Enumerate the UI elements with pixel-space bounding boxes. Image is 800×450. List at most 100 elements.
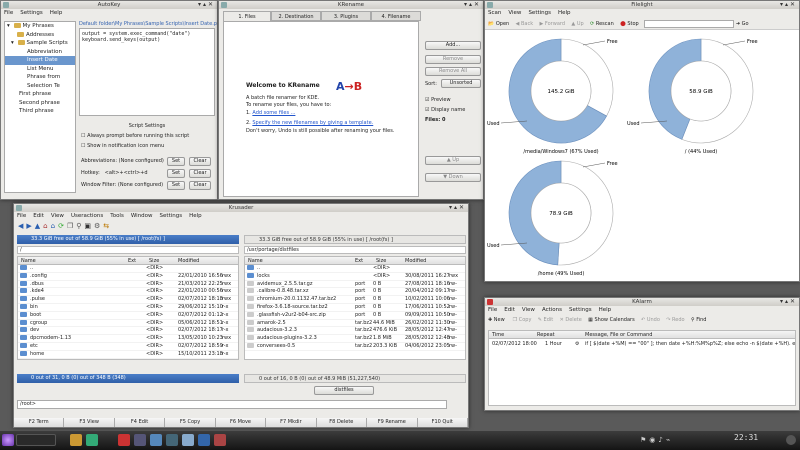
sort-select[interactable]: Unsorted [441,79,481,88]
show-calendars-button[interactable]: ▦ Show Calendars [588,317,635,323]
task-app-icon[interactable] [70,434,82,446]
redo-button[interactable]: ↷ Redo [666,317,684,323]
f10-quit-button[interactable]: F10 Quit [417,418,468,427]
tree-item[interactable]: ▾ Sample Scripts [5,39,75,48]
down-button[interactable]: ▼ Down [425,173,481,182]
f5-copy-button[interactable]: F5 Copy [165,418,216,427]
f3-view-button[interactable]: F3 View [64,418,115,427]
abbr-set-button[interactable]: Set [167,157,185,166]
disk-ring[interactable]: 145.2 GiB Free Used/media/Windows7 (67% Us… [487,38,618,155]
filelight-titlebar[interactable]: Filelight ▾▴✕ [485,1,799,9]
template-link[interactable]: 2. Specify the new filenames by giving a… [246,120,373,126]
menu-settings[interactable]: Settings [20,10,43,16]
undo-button[interactable]: ↶ Undo [641,317,660,323]
prompt-checkbox[interactable]: ☐ Always prompt before running this scri… [81,133,189,139]
file-row[interactable]: dpcmodem-1.13 <DIR> 13/05/2010 10:23 rwx [18,335,238,343]
f4-edit-button[interactable]: F4 Edit [114,418,166,427]
window-controls[interactable]: ▾▴✕ [449,204,466,212]
krename-file-list[interactable]: Welcome to KRename A→B A batch file rena… [223,21,419,197]
tab-filename[interactable]: 4. Filename [371,11,421,21]
reload-icon[interactable]: ⟳ [58,222,67,230]
right-file-panel[interactable]: Name Ext Size Modified .. <DIR> locks <DIR> 30/… [244,256,466,360]
file-row[interactable]: .config <DIR> 22/01/2010 16:56 rwx [18,272,238,281]
filter-set-button[interactable]: Set [167,181,185,190]
clock[interactable]: 22:31 [734,433,758,442]
hotkey-set-button[interactable]: Set [167,169,185,178]
kde-menu-icon[interactable] [2,434,14,446]
file-row[interactable]: dev <DIR> 02/07/2012 18:17 r-x [18,327,238,336]
task-app-icon[interactable] [118,434,130,446]
tree-item[interactable]: First phrase [5,90,75,99]
left-path[interactable]: / [17,246,239,254]
phrase-tree[interactable]: ▾ My Phrases Addresses ▾ Sample Scripts … [4,21,76,193]
menu-settings[interactable]: Settings [160,213,183,219]
home-icon[interactable]: ⌂ [43,222,50,230]
file-row[interactable]: audacious-3.2.3 tar.bz2 476.6 KiB 28/05/201… [245,327,465,336]
tree-item[interactable]: Second phrase [5,99,75,108]
menu-settings[interactable]: Settings [569,307,592,313]
sync-icon[interactable]: ⇆ [103,222,112,230]
hotkey-clear-button[interactable]: Clear [189,169,211,178]
menu-help[interactable]: Help [189,213,202,219]
task-app-icon[interactable] [134,434,146,446]
kalarm-titlebar[interactable]: KAlarm ▾▴✕ [485,298,799,306]
menu-tools[interactable]: Tools [110,213,124,219]
menu-file[interactable]: File [488,307,497,313]
task-app-icon[interactable] [86,434,98,446]
pager-icon[interactable] [16,434,56,446]
alarm-list[interactable]: Time Repeat Message, File or Command 02/07… [488,330,796,406]
task-app-icon[interactable] [182,434,194,446]
file-row[interactable]: locks <DIR> 30/08/2011 16:27 rwx [245,272,465,281]
file-row[interactable]: .. <DIR> [245,265,465,273]
file-row[interactable]: .pulse <DIR> 02/07/2012 18:18 rwx [18,296,238,304]
file-row[interactable]: .dbus <DIR> 21/03/2012 22:25 rwx [18,280,238,289]
task-app-icon[interactable] [150,434,162,446]
copy-icon[interactable]: ❐ [67,222,76,230]
tree-item[interactable]: Third phrase [5,107,75,116]
copy-button[interactable]: ❐ Copy [513,317,532,323]
add-button[interactable]: Add... [425,41,481,50]
tree-item[interactable]: Phrase from [5,73,75,82]
file-row[interactable]: avidemux_2.5.5.tar.gz port 0 B 27/08/2011 1… [245,280,465,289]
file-row[interactable]: boot <DIR> 02/07/2012 01:12 r-x [18,311,238,320]
file-row[interactable]: .. <DIR> [18,265,238,273]
menu-help[interactable]: Help [50,10,63,16]
right-column-headers[interactable]: Name Ext Size Modified [245,257,465,265]
alarm-row[interactable]: 02/07/2012 18:00 1 Hour ⚙ if [ $(date +%… [489,339,795,349]
left-column-headers[interactable]: Name Ext Size Modified [18,257,238,265]
tab-files[interactable]: 1. Files [223,11,271,21]
up-button[interactable]: ▲ Up [425,156,481,165]
menu-view[interactable]: View [51,213,64,219]
krename-titlebar[interactable]: KRename ▾▴✕ [219,1,483,9]
disk-ring[interactable]: 78.9 GiB Free Used/home (49% Used) [487,160,618,277]
up-icon[interactable]: ▲ [35,222,43,230]
f7-mkdir-button[interactable]: F7 Mkdir [266,418,317,427]
file-row[interactable]: conversees-0.5 tar.bz2 203.3 KiB 04/06/2012… [245,342,465,351]
delete-button[interactable]: ✕ Delete [560,317,582,323]
menu-settings[interactable]: Settings [528,10,551,16]
task-app-icon[interactable] [214,434,226,446]
file-row[interactable]: etc <DIR> 02/07/2012 18:59 r-x [18,342,238,351]
system-tray[interactable]: ⚑◉♪⌁ [640,436,673,444]
notify-checkbox[interactable]: ☐ Show in notification icon menu [81,143,164,149]
edit-button[interactable]: ✎ Edit [538,317,553,323]
file-row[interactable]: chromium-20.0.1132.47.tar.bz2 port 0 B 10/0… [245,296,465,304]
find-button[interactable]: ⚲ Find [691,317,707,323]
tree-item[interactable]: Addresses [5,31,75,40]
menu-help[interactable]: Help [558,10,571,16]
forward-button[interactable]: ▶ Forward [539,21,565,27]
rescan-button[interactable]: ⟳ Rescan [590,21,614,27]
window-controls[interactable]: ▾▴✕ [780,298,797,306]
f8-delete-button[interactable]: F8 Delete [316,418,368,427]
menu-window[interactable]: Window [131,213,153,219]
tree-item[interactable]: Abbreviation [5,48,75,57]
menu-file[interactable]: File [17,213,26,219]
preview-checkbox[interactable]: ☑ Preview [425,97,451,103]
krusader-titlebar[interactable]: Krusader ▾▴✕ [14,204,468,212]
menu-edit[interactable]: Edit [33,213,44,219]
left-file-panel[interactable]: Name Ext Size Modified .. <DIR> .config <DIR> 2… [17,256,239,360]
file-row[interactable]: cgroup <DIR> 05/06/2012 18:51 r-x [18,319,238,328]
up-button[interactable]: ▲ Up [571,21,583,27]
display-name-checkbox[interactable]: ☑ Display name [425,107,465,113]
menu-edit[interactable]: Edit [504,307,515,313]
